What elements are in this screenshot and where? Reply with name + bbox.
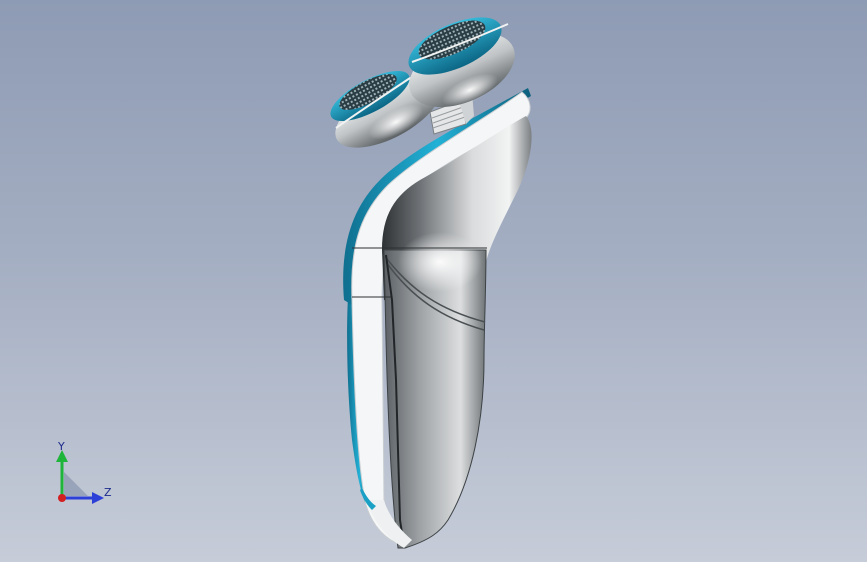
graphics-viewport[interactable]: Y Z [0,0,867,562]
x-axis-point-icon [58,494,66,502]
coordinate-triad: Y Z [50,438,120,508]
body-highlight [398,232,482,292]
z-axis-arrow-icon [92,492,104,504]
y-axis-label: Y [58,440,65,453]
triad-plane-icon [64,472,88,496]
shaver-model[interactable] [0,0,867,562]
z-axis-label: Z [104,486,112,499]
